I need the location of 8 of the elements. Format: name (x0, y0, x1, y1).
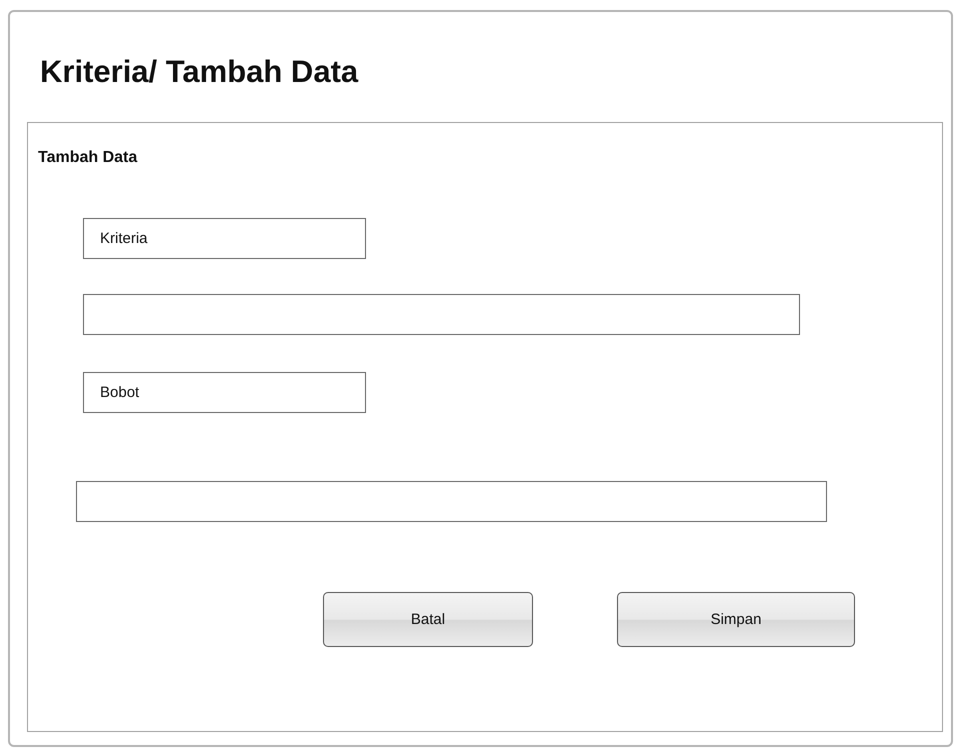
input-field[interactable] (83, 294, 800, 335)
field-label: Kriteria (83, 218, 366, 259)
window-title: Kriteria/ Tambah Data (40, 54, 360, 91)
action-button[interactable]: Batal (323, 592, 533, 647)
action-button[interactable]: Simpan (617, 592, 855, 647)
panel-title: Tambah Data (38, 149, 138, 167)
input-field[interactable] (76, 481, 827, 522)
field-label: Bobot (83, 372, 366, 413)
